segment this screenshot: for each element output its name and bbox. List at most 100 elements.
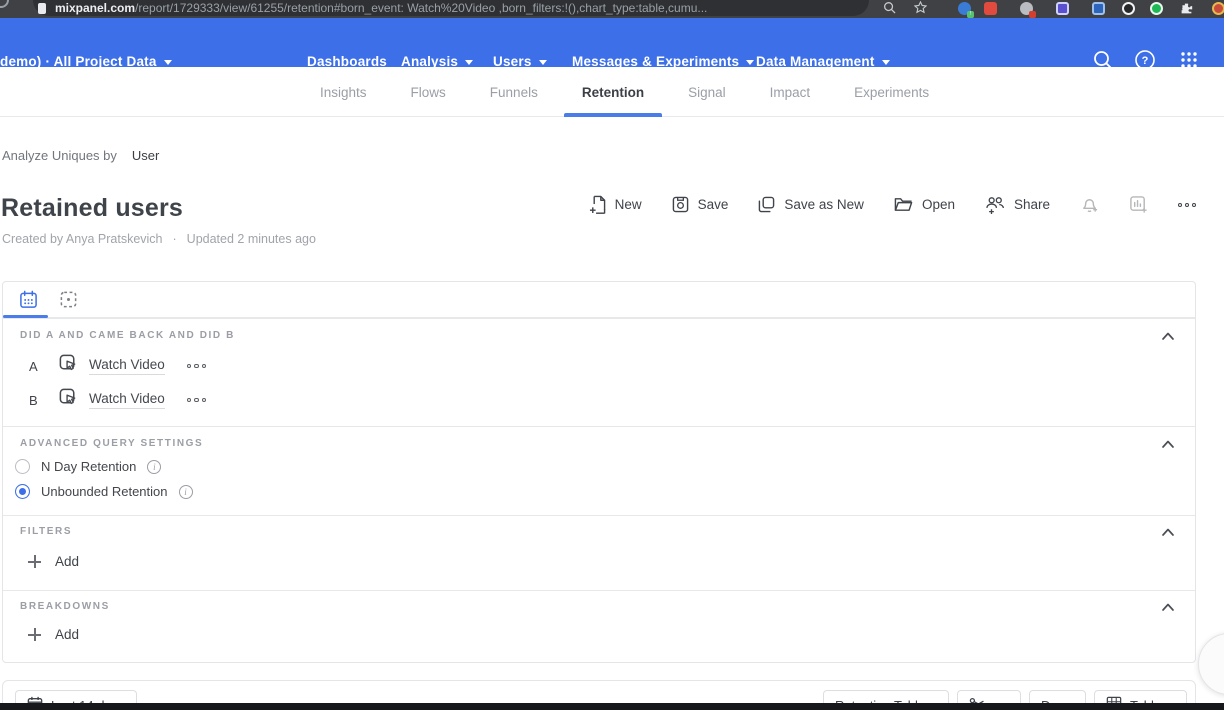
add-label: Add (55, 554, 79, 569)
svg-text:?: ? (1142, 55, 1149, 67)
save-label: Save (698, 197, 729, 212)
tab-funnels[interactable]: Funnels (488, 68, 540, 117)
open-label: Open (922, 197, 955, 212)
event-icon (58, 387, 79, 413)
breakdowns-section: BREAKDOWNS Add (3, 590, 1195, 663)
report-actionbar: New Save Save as New Open Share (589, 195, 1196, 214)
top-navigation: demo) · All Project Data Dashboards Anal… (0, 18, 1224, 67)
plus-icon (28, 628, 41, 641)
extension-icon-1[interactable]: ! (958, 2, 971, 15)
save-as-new-label: Save as New (784, 197, 864, 212)
collapse-chevron-icon[interactable] (1161, 328, 1175, 346)
chevron-down-icon (746, 60, 754, 65)
browser-chrome: mixpanel.com/report/1729333/view/61255/r… (0, 0, 1224, 18)
url-domain: mixpanel.com (55, 1, 135, 15)
share-button[interactable]: Share (985, 196, 1050, 214)
more-options-button[interactable] (1178, 203, 1196, 207)
info-icon[interactable]: i (179, 485, 193, 499)
plus-icon (28, 555, 41, 568)
event-row-a: A Watch Video (3, 353, 206, 379)
report-byline: Created by Anya Pratskevich·Updated 2 mi… (2, 232, 316, 246)
bell-plus-icon (1080, 195, 1099, 214)
save-as-new-button[interactable]: Save as New (758, 196, 864, 213)
extension-icon-7[interactable] (1150, 2, 1163, 15)
ab-events-section: DID A AND CAME BACK AND DID B A Watch Vi… (3, 318, 1195, 426)
byline-separator: · (173, 232, 177, 246)
copy-icon (758, 196, 775, 213)
add-filter-button[interactable]: Add (28, 554, 79, 569)
extension-icon-5[interactable] (1092, 2, 1105, 15)
share-label: Share (1014, 197, 1050, 212)
extension-icon-3[interactable] (1020, 2, 1033, 15)
chevron-down-icon (539, 60, 547, 65)
query-builder-panel: DID A AND CAME BACK AND DID B A Watch Vi… (2, 281, 1196, 663)
updated-ago: Updated 2 minutes ago (187, 232, 316, 246)
save-icon (672, 196, 689, 213)
analyze-prefix: Analyze Uniques by (2, 148, 117, 163)
url-text: mixpanel.com/report/1729333/view/61255/r… (55, 1, 707, 15)
collapse-chevron-icon[interactable] (1161, 436, 1175, 454)
omnibox-search-icon[interactable] (883, 1, 896, 19)
collapse-chevron-icon[interactable] (1161, 599, 1175, 617)
analyze-uniques-row: Analyze Uniques by User (2, 148, 159, 163)
folder-icon (894, 196, 913, 213)
new-label: New (615, 197, 642, 212)
open-button[interactable]: Open (894, 196, 955, 213)
extensions-puzzle-icon[interactable] (1180, 2, 1193, 20)
add-breakdown-button[interactable]: Add (28, 627, 79, 642)
row-menu-button[interactable] (187, 398, 207, 403)
calendar-query-tab[interactable] (19, 290, 38, 314)
radio-icon (15, 459, 30, 474)
filters-section-title: FILTERS (20, 526, 72, 537)
report-tabbar: Insights Flows Funnels Retention Signal … (0, 67, 1224, 117)
tab-insights[interactable]: Insights (318, 68, 369, 117)
add-to-dashboard-button[interactable] (1129, 195, 1148, 214)
ab-section-title: DID A AND CAME BACK AND DID B (20, 330, 235, 341)
row-key: B (29, 393, 51, 408)
extension-icon-6[interactable] (1122, 2, 1135, 15)
chat-launcher-button[interactable] (1198, 633, 1224, 695)
profile-avatar[interactable] (1212, 2, 1224, 15)
screen: mixpanel.com/report/1729333/view/61255/r… (0, 0, 1224, 710)
advanced-query-settings-section: ADVANCED QUERY SETTINGS N Day Retention … (3, 426, 1195, 515)
radio-icon (15, 484, 30, 499)
chevron-down-icon (465, 60, 473, 65)
breakdowns-section-title: BREAKDOWNS (20, 601, 110, 612)
site-security-icon[interactable] (38, 3, 46, 14)
filters-section: FILTERS Add (3, 515, 1195, 590)
event-selector[interactable]: Watch Video (89, 357, 165, 375)
new-button[interactable]: New (589, 195, 642, 214)
custom-query-tab[interactable] (59, 290, 78, 314)
alerts-bell-button[interactable] (1080, 195, 1099, 214)
share-users-icon (985, 196, 1005, 214)
add-label: Add (55, 627, 79, 642)
background-window-strip (0, 703, 1224, 710)
radio-n-day-retention[interactable]: N Day Retention i (15, 459, 161, 474)
info-icon[interactable]: i (147, 460, 161, 474)
url-path: /report/1729333/view/61255/retention#bor… (135, 1, 707, 15)
tab-impact[interactable]: Impact (768, 68, 813, 117)
extension-icon-2[interactable] (984, 2, 997, 15)
row-menu-button[interactable] (187, 364, 207, 369)
tab-experiments[interactable]: Experiments (852, 68, 931, 117)
reload-icon[interactable] (0, 0, 9, 8)
chevron-down-icon (882, 60, 890, 65)
collapse-chevron-icon[interactable] (1161, 524, 1175, 542)
row-key: A (29, 359, 51, 374)
extension-icon-4[interactable] (1056, 2, 1069, 15)
chart-plus-icon (1129, 195, 1148, 214)
radio-unbounded-retention[interactable]: Unbounded Retention i (15, 484, 193, 499)
page-title: Retained users (1, 194, 183, 223)
event-row-b: B Watch Video (3, 387, 206, 413)
tab-retention[interactable]: Retention (580, 68, 646, 117)
save-button[interactable]: Save (672, 196, 729, 213)
bookmark-star-icon[interactable] (914, 1, 927, 19)
advanced-section-title: ADVANCED QUERY SETTINGS (20, 438, 203, 449)
analyze-entity-selector[interactable]: User (132, 148, 159, 163)
tab-flows[interactable]: Flows (409, 68, 448, 117)
event-selector[interactable]: Watch Video (89, 391, 165, 409)
radio-label: Unbounded Retention (41, 484, 168, 499)
query-mode-tabs (3, 282, 1195, 318)
tab-signal[interactable]: Signal (686, 68, 728, 117)
radio-label: N Day Retention (41, 459, 136, 474)
